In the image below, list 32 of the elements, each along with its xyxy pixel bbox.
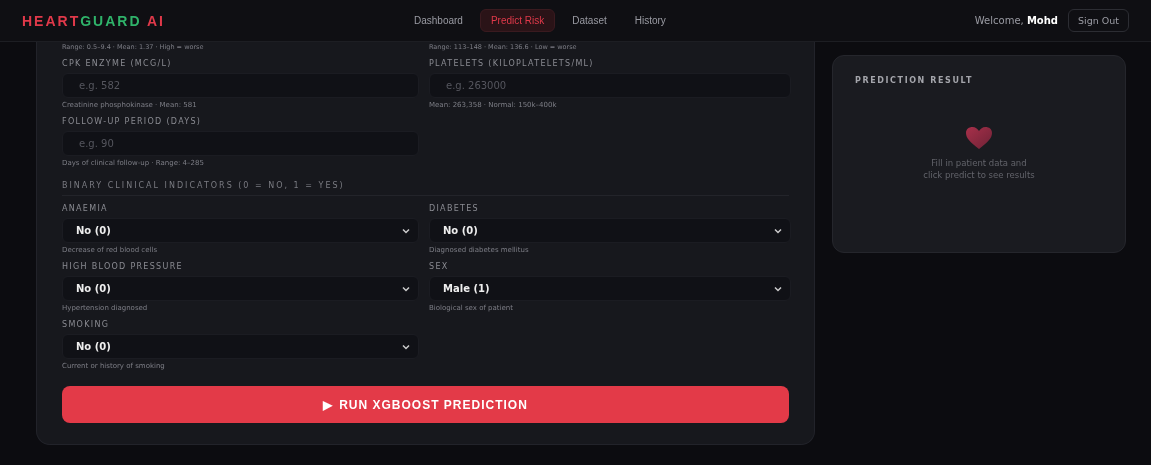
field-label: SEX (429, 262, 450, 271)
chevron-down-icon (774, 227, 782, 234)
run-prediction-button[interactable]: ▶ RUN XGBOOST PREDICTION (62, 386, 789, 423)
select-field[interactable]: No (0) (429, 218, 791, 243)
chevron-down-icon (402, 285, 410, 292)
logo: HEARTGUARD AI (22, 12, 166, 29)
chevron-down-icon (402, 343, 410, 350)
input-field[interactable]: e.g. 263000 (429, 73, 791, 98)
section-title: BINARY CLINICAL INDICATORS (0 = NO, 1 = YES) (62, 181, 789, 196)
heart-icon (965, 126, 993, 151)
nav-tab[interactable]: History (623, 9, 677, 32)
input-field[interactable]: e.g. 582 (62, 73, 419, 98)
input-field[interactable]: e.g. 90 (62, 131, 419, 156)
welcome-text: Welcome, Mohd (974, 15, 1059, 26)
select-field[interactable]: No (0) (62, 276, 419, 301)
chevron-down-icon (774, 285, 782, 292)
select-field[interactable]: No (0) (62, 218, 419, 243)
chevron-down-icon (402, 227, 410, 234)
field-label: CPK ENZYME (MCG/L) (62, 59, 173, 68)
field-label: PLATELETS (KILOPLATELETS/ML) (429, 59, 595, 68)
nav-tab[interactable]: Dataset (561, 9, 618, 32)
result-title: PREDICTION RESULT (855, 76, 974, 85)
nav-tab[interactable]: Predict Risk (479, 9, 556, 32)
field-label: HIGH BLOOD PRESSURE (62, 262, 184, 271)
sign-out-button[interactable]: Sign Out (1068, 9, 1129, 32)
field-label: ANAEMIA (62, 204, 109, 213)
field-label: FOLLOW-UP PERIOD (DAYS) (62, 117, 203, 126)
field-label: SMOKING (62, 320, 111, 329)
nav-tab[interactable]: Dashboard (403, 9, 474, 32)
select-field[interactable]: No (0) (62, 334, 419, 359)
field-label: DIABETES (429, 204, 480, 213)
select-field[interactable]: Male (1) (429, 276, 791, 301)
